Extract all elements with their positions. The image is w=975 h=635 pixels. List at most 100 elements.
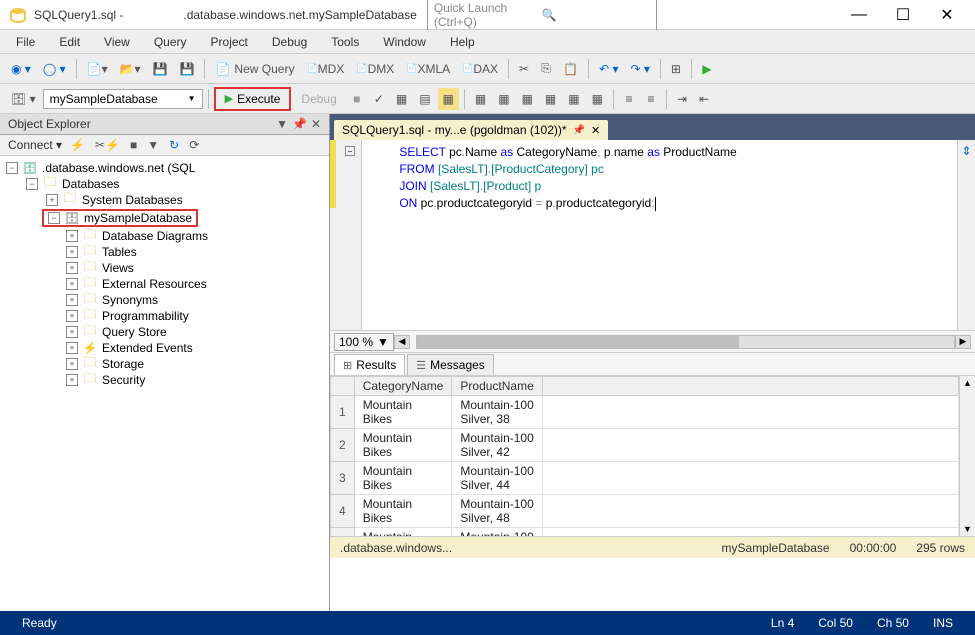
indent-button[interactable]: ⇥ [672,88,692,110]
menu-project[interactable]: Project [201,33,258,51]
options4-button[interactable]: ▦ [563,88,584,110]
disconnect-all-icon[interactable]: ✂⚡ [95,138,120,152]
menu-tools[interactable]: Tools [321,33,369,51]
menu-view[interactable]: View [94,33,140,51]
paste-button[interactable]: 📋 [558,58,583,80]
col-header[interactable]: ProductName [452,377,542,396]
expand-icon[interactable]: + [66,230,78,242]
activity-button[interactable]: ⊞ [666,58,686,80]
expand-icon[interactable]: + [66,342,78,354]
tree-mydb-node[interactable]: − 🗄 mySampleDatabase [2,208,327,228]
v-scrollbar[interactable]: ▲ ▼ [959,376,975,536]
filter-icon[interactable]: ▼ [147,138,159,152]
tree-databases-node[interactable]: − 🗀 Databases [2,176,327,192]
database-selector[interactable]: mySampleDatabase ▼ [43,89,203,109]
tree-diagrams-node[interactable]: +🗀Database Diagrams [2,228,327,244]
nav-back-button[interactable]: ◉ ▾ [6,58,36,80]
menu-help[interactable]: Help [440,33,485,51]
tree-storage-node[interactable]: +🗀Storage [2,356,327,372]
options1-button[interactable]: ▦ [493,88,514,110]
expand-icon[interactable]: + [66,246,78,258]
table-row[interactable]: 5Mountain BikesMountain-100 Black, 38 [331,528,959,537]
maximize-button[interactable]: ☐ [893,5,913,25]
tree-view[interactable]: − 🗄 .database.windows.net (SQL − 🗀 Datab… [0,156,329,611]
undo-button[interactable]: ↶ ▾ [594,58,623,80]
editor-tab[interactable]: SQLQuery1.sql - my...e (pgoldman (102))*… [334,120,608,140]
expand-icon[interactable]: + [66,310,78,322]
outdent-button[interactable]: ⇤ [694,88,714,110]
options5-button[interactable]: ▦ [587,88,608,110]
uncomment-button[interactable]: ≡ [641,88,661,110]
options2-button[interactable]: ▦ [517,88,538,110]
plan2-button[interactable]: ▤ [414,88,435,110]
scroll-right-icon[interactable]: ▶ [955,335,971,349]
tree-tables-node[interactable]: +🗀Tables [2,244,327,260]
dmx-button[interactable]: 📄DMX [351,58,399,80]
plan1-button[interactable]: ▦ [391,88,412,110]
expand-icon[interactable]: + [46,194,58,206]
table-row[interactable]: 3Mountain BikesMountain-100 Silver, 44 [331,462,959,495]
cut-button[interactable]: ✂ [514,58,534,80]
new-button[interactable]: 📄▾ [82,58,113,80]
collapse-icon[interactable]: − [6,162,18,174]
parse-button[interactable]: ✓ [369,88,389,110]
menu-debug[interactable]: Debug [262,33,317,51]
tree-extres-node[interactable]: +🗀External Resources [2,276,327,292]
tree-system-dbs-node[interactable]: + 🗀 System Databases [2,192,327,208]
scroll-left-icon[interactable]: ◀ [394,335,410,349]
tree-synonyms-node[interactable]: +🗀Synonyms [2,292,327,308]
disconnect-icon[interactable]: ⚡ [70,138,85,152]
run-button[interactable]: ▶ [697,58,717,80]
execute-button[interactable]: ▶ Execute [217,90,289,108]
collapse-toggle[interactable]: − [345,146,355,156]
collapse-icon[interactable]: − [26,178,38,190]
tree-views-node[interactable]: +🗀Views [2,260,327,276]
new-query-button[interactable]: 📄New Query [210,58,299,80]
open-button[interactable]: 📂▾ [115,58,146,80]
nav-fwd-button[interactable]: ◯ ▾ [38,58,71,80]
stop-button[interactable]: ■ [347,88,367,110]
xmla-button[interactable]: 📄XMLA [401,58,455,80]
expand-icon[interactable]: + [66,326,78,338]
messages-tab[interactable]: ☰Messages [407,354,494,375]
table-row[interactable]: 2Mountain BikesMountain-100 Silver, 42 [331,429,959,462]
expand-icon[interactable]: + [66,374,78,386]
scroll-up-icon[interactable]: ▲ [961,376,974,390]
include-button[interactable]: ▦ [470,88,491,110]
tree-prog-node[interactable]: +🗀Programmability [2,308,327,324]
refresh-icon[interactable]: ↻ [169,138,179,152]
quick-launch-input[interactable]: Quick Launch (Ctrl+Q) 🔍 [427,0,657,32]
menu-window[interactable]: Window [373,33,436,51]
activity-icon[interactable]: ⟳ [189,138,199,152]
options3-button[interactable]: ▦ [540,88,561,110]
tree-querystore-node[interactable]: +🗀Query Store [2,324,327,340]
debug-button[interactable]: Debug [293,90,344,108]
table-row[interactable]: 1Mountain BikesMountain-100 Silver, 38 [331,396,959,429]
panel-pin-icon[interactable]: 📌 [292,117,307,131]
expand-icon[interactable]: + [66,278,78,290]
tab-close-icon[interactable]: ✕ [591,124,600,137]
stop-icon[interactable]: ■ [130,138,137,152]
scroll-down-icon[interactable]: ▼ [961,522,974,536]
pin-icon[interactable]: 📌 [573,125,585,136]
menu-file[interactable]: File [6,33,45,51]
results-tab[interactable]: ⊞Results [334,354,405,375]
table-row[interactable]: 4Mountain BikesMountain-100 Silver, 48 [331,495,959,528]
editor-area[interactable]: − SELECT pc.Name as CategoryName, p.name… [330,140,975,330]
db-icon-button[interactable]: 🗄 ▾ [6,88,41,110]
expand-icon[interactable]: + [66,358,78,370]
menu-query[interactable]: Query [144,33,197,51]
comment-button[interactable]: ≡ [619,88,639,110]
expand-icon[interactable]: + [66,294,78,306]
h-scrollbar[interactable] [416,335,955,349]
copy-button[interactable]: ⎘ [536,58,556,80]
connect-button[interactable]: Connect ▾ [8,138,62,152]
tree-extevents-node[interactable]: +⚡Extended Events [2,340,327,356]
plan3-button[interactable]: ▦ [438,88,459,110]
collapse-icon[interactable]: − [48,212,60,224]
col-header[interactable]: CategoryName [354,377,452,396]
scroll-thumb[interactable] [417,336,739,348]
save-all-button[interactable]: 💾 [175,58,200,80]
save-button[interactable]: 💾 [148,58,173,80]
panel-close-icon[interactable]: ✕ [311,117,321,131]
